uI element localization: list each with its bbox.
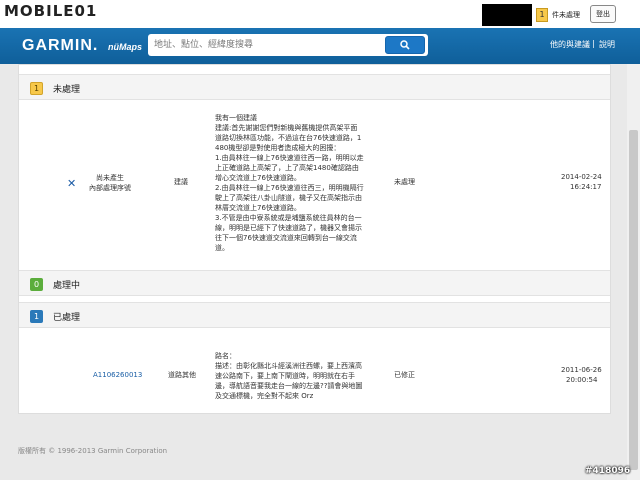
search-icon	[400, 40, 410, 50]
logout-button[interactable]: 登出	[590, 5, 616, 23]
content-line: 線，明明是已經下了快速道路了，機器又會揚示	[215, 224, 362, 232]
section-count-badge: 0	[30, 278, 43, 291]
header-separator: |	[592, 39, 595, 48]
section-title: 處理中	[53, 281, 81, 291]
numaps-logo: nüMaps	[108, 42, 143, 52]
content-line: 我有一個建議	[215, 114, 257, 122]
report-id-link[interactable]: A1106260013	[93, 370, 142, 380]
image-watermark: #418096	[585, 466, 631, 476]
delete-icon[interactable]: ✕	[67, 177, 76, 190]
report-category: 建議	[174, 178, 188, 186]
report-status: 已修正	[394, 371, 415, 379]
section-count-badge: 1	[30, 310, 43, 323]
footer-copyright: 版權所有 © 1996-2013 Garmin Corporation	[18, 447, 168, 455]
scrollbar-thumb[interactable]	[629, 130, 638, 470]
content-line: 建議:首先謝謝您們對新機與舊機提供高架平面	[215, 124, 358, 132]
content-line: 往下一個76快速道交流道來回轉到台一線交流	[215, 234, 357, 242]
content-line: 增心交流道上76快速道路。	[215, 174, 301, 182]
report-content: 路名： 描述：由彰化縣北斗經溪洲往西螺，要上西濱高 速公路南下，要上南下閘道時，…	[215, 351, 362, 401]
garmin-logo[interactable]: GARMIN.	[22, 37, 98, 55]
section-title: 未處理	[53, 85, 81, 95]
report-status: 未處理	[394, 178, 415, 186]
unhandled-count-badge: 1	[536, 8, 548, 22]
report-id: 尚未產生 內部處理序號	[89, 174, 131, 192]
content-line: 道路切換林區功能，不過這在台76快速道路，1	[215, 134, 362, 142]
page-scrollbar[interactable]	[627, 64, 640, 480]
section-handled[interactable]: 1 已處理	[19, 302, 610, 328]
report-time: 20:00:54	[566, 376, 598, 384]
report-date: 2011-06-26	[561, 366, 602, 374]
top-bar: MOBILE01 1 件未處理 登出	[0, 0, 640, 28]
content-line: 3.不管是由中寮系統或是埔鹽系統往員林的台一	[215, 214, 362, 222]
search-input[interactable]	[154, 37, 384, 53]
section-title: 已處理	[53, 313, 81, 323]
section-unhandled[interactable]: 1 未處理	[19, 74, 610, 100]
report-category: 道路其他	[168, 371, 196, 379]
content-line: 路名：	[215, 352, 236, 360]
search-button[interactable]	[385, 36, 425, 54]
content-line: 邊，導航語音要我走台一線的左邊??請會與地圖	[215, 382, 363, 390]
report-time: 16:24:17	[570, 183, 602, 191]
apps-suggestions-link[interactable]: 他的與建議	[550, 39, 590, 50]
user-avatar-redacted	[482, 4, 532, 26]
report-content: 我有一個建議 建議:首先謝謝您們對新機與舊機提供高架平面 道路切換林區功能，不過…	[215, 113, 364, 253]
unhandled-label[interactable]: 件未處理	[552, 10, 580, 20]
content-line: 1.由員林往一線上76快速道往西一路，明明以走	[215, 154, 364, 162]
content-line: 2.由員林往一線上76快速道往西三，明明機隔行	[215, 184, 364, 192]
site-logo[interactable]: MOBILE01	[4, 2, 97, 20]
help-link[interactable]: 說明	[599, 39, 615, 50]
content-line: 描述：由彰化縣北斗經溪洲往西螺，要上西濱高	[215, 362, 362, 370]
reports-panel: 1 未處理 ✕ 尚未產生 內部處理序號 建議 我有一個建議 建議:首先謝謝您們對…	[18, 64, 611, 414]
section-in-progress[interactable]: 0 處理中	[19, 270, 610, 296]
content-line: 480機型卻是對使用者造成極大的困擾：	[215, 144, 341, 152]
report-row: ✕ 尚未產生 內部處理序號 建議 我有一個建議 建議:首先謝謝您們對新機與舊機提…	[19, 101, 610, 269]
content-line: 速公路南下，要上南下閘道時，明明就在右手	[215, 372, 355, 380]
search-box	[148, 34, 428, 56]
content-line: 及交通標機，完全對不起來 Orz	[215, 392, 314, 400]
report-date: 2014-02-24	[561, 173, 602, 181]
section-count-badge: 1	[30, 82, 43, 95]
content-line: 道。	[215, 244, 229, 252]
report-row: A1106260013 道路其他 路名： 描述：由彰化縣北斗經溪洲往西螺，要上西…	[19, 329, 610, 401]
header: GARMIN. nüMaps 他的與建議 | 說明	[0, 28, 640, 64]
content-line: 上正確道路上高架了，上了高架1480確認路由	[215, 164, 359, 172]
content-line: 駛上了高架往八卦山隧道，機子又在高架指示由	[215, 194, 362, 202]
content-line: 林厝交流道上76快速道路。	[215, 204, 301, 212]
